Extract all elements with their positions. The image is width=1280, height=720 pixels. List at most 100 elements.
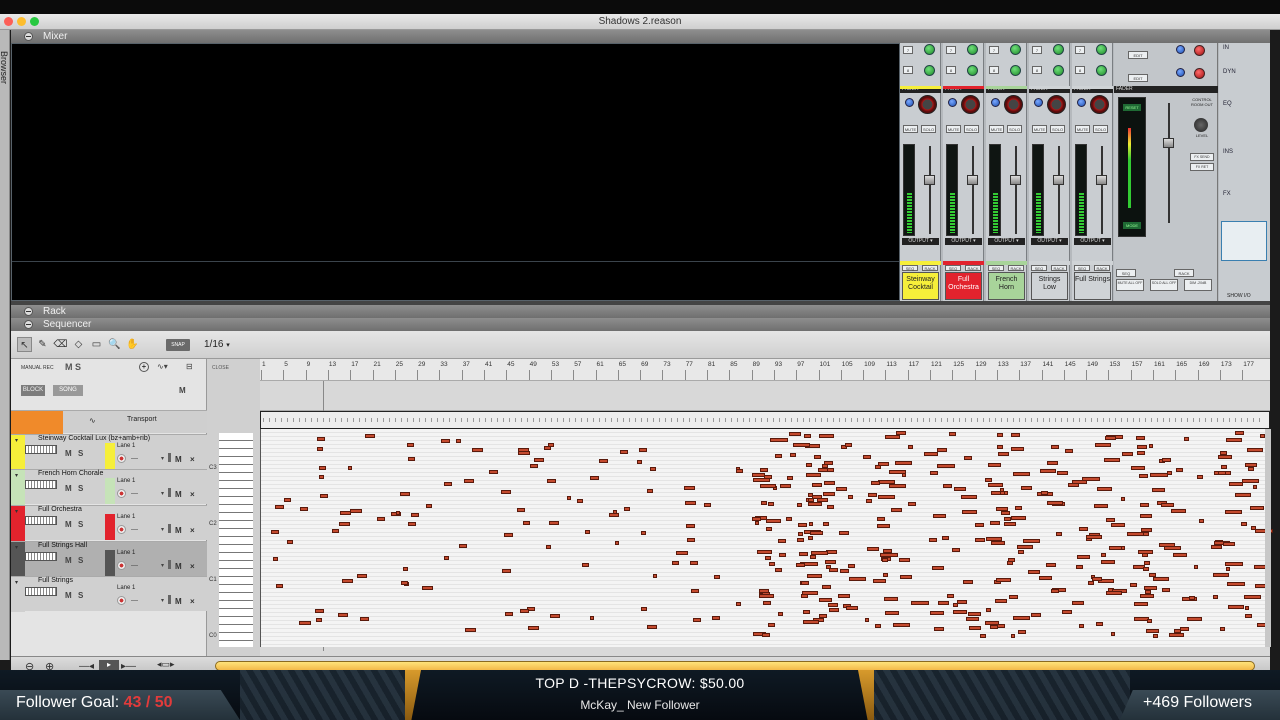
- midi-note[interactable]: [357, 574, 368, 579]
- midi-note[interactable]: [316, 437, 326, 442]
- midi-note[interactable]: [1068, 483, 1079, 488]
- midi-note[interactable]: [766, 519, 782, 524]
- fader-handle[interactable]: [1053, 175, 1064, 185]
- midi-note[interactable]: [396, 511, 401, 515]
- midi-note[interactable]: [545, 545, 551, 550]
- midi-note[interactable]: [863, 455, 872, 460]
- midi-note[interactable]: [1150, 472, 1169, 477]
- midi-note[interactable]: [636, 460, 643, 465]
- midi-note[interactable]: [736, 601, 742, 606]
- midi-note[interactable]: [796, 503, 802, 508]
- rack-button[interactable]: RACK: [1051, 265, 1067, 271]
- expand-track-icon[interactable]: ▾: [15, 508, 18, 515]
- width-knob[interactable]: [991, 98, 1000, 107]
- section-toggle-fx[interactable]: FX: [1223, 191, 1231, 197]
- solo-button[interactable]: SOLO: [1007, 125, 1022, 133]
- mute-button[interactable]: MUTE: [946, 125, 961, 133]
- midi-note[interactable]: [1017, 549, 1024, 554]
- fx-ret-button[interactable]: FX RET: [1190, 163, 1214, 171]
- midi-note[interactable]: [806, 473, 822, 478]
- midi-note[interactable]: [819, 614, 827, 619]
- midi-note[interactable]: [1252, 485, 1258, 490]
- channel-name[interactable]: Full Orchestra: [945, 272, 982, 300]
- dim-button[interactable]: DIM -20dB: [1184, 279, 1212, 291]
- show-io-label[interactable]: SHOW I/O: [1227, 293, 1251, 299]
- midi-note[interactable]: [1122, 452, 1133, 457]
- midi-note[interactable]: [974, 523, 985, 528]
- midi-note[interactable]: [985, 478, 993, 483]
- midi-note[interactable]: [350, 508, 362, 513]
- track-mute-button[interactable]: M: [65, 449, 72, 458]
- mute-tool-icon[interactable]: ▭: [89, 337, 104, 352]
- midi-note[interactable]: [1041, 490, 1048, 495]
- midi-note[interactable]: [948, 432, 956, 437]
- midi-note[interactable]: [777, 611, 784, 616]
- midi-note[interactable]: [1199, 519, 1205, 524]
- midi-note[interactable]: [809, 521, 814, 526]
- midi-note[interactable]: [691, 589, 700, 594]
- midi-note[interactable]: [544, 445, 552, 450]
- midi-note[interactable]: [1097, 486, 1113, 491]
- midi-note[interactable]: [1140, 513, 1152, 518]
- song-button[interactable]: SONG: [53, 385, 83, 396]
- midi-note[interactable]: [838, 531, 849, 536]
- midi-note[interactable]: [929, 611, 944, 616]
- midi-note[interactable]: [1120, 496, 1126, 501]
- midi-note[interactable]: [458, 544, 468, 549]
- midi-note[interactable]: [1129, 583, 1137, 588]
- midi-note[interactable]: [884, 434, 901, 439]
- midi-note[interactable]: [1028, 569, 1040, 574]
- midi-note[interactable]: [953, 486, 967, 491]
- midi-note[interactable]: [822, 585, 832, 590]
- lane-mute-button[interactable]: M: [175, 526, 182, 535]
- channel-name[interactable]: Steinway Cocktail: [902, 272, 939, 300]
- transport-automation-icon[interactable]: ∿: [89, 416, 96, 425]
- lane-record-icon[interactable]: [117, 525, 126, 534]
- midi-note[interactable]: [965, 616, 980, 621]
- midi-note[interactable]: [456, 438, 461, 443]
- midi-note[interactable]: [929, 471, 939, 476]
- lane-mute-button[interactable]: M: [175, 597, 182, 606]
- midi-note[interactable]: [517, 448, 530, 453]
- midi-note[interactable]: [1108, 545, 1123, 550]
- midi-note[interactable]: [826, 504, 835, 509]
- midi-note[interactable]: [990, 521, 1000, 526]
- midi-note[interactable]: [890, 508, 903, 513]
- midi-note[interactable]: [941, 535, 950, 540]
- midi-note[interactable]: [1220, 627, 1226, 632]
- seq-button[interactable]: SEQ: [1074, 265, 1090, 271]
- rack-header[interactable]: Rack: [11, 305, 1270, 318]
- midi-note[interactable]: [517, 508, 526, 513]
- midi-note[interactable]: [934, 627, 944, 632]
- midi-note[interactable]: [1242, 479, 1260, 484]
- midi-note[interactable]: [996, 432, 1004, 437]
- midi-note[interactable]: [884, 596, 899, 601]
- lane-delete-icon[interactable]: ×: [190, 455, 195, 464]
- width-knob[interactable]: [1077, 98, 1086, 107]
- midi-note[interactable]: [686, 524, 695, 529]
- midi-note[interactable]: [1046, 562, 1057, 567]
- midi-note[interactable]: [822, 491, 836, 496]
- master-seq-button[interactable]: SEQ: [1116, 269, 1136, 277]
- midi-note[interactable]: [1013, 472, 1031, 477]
- snap-value-select[interactable]: 1/16 ▾: [204, 339, 230, 350]
- midi-note[interactable]: [837, 594, 850, 599]
- midi-note[interactable]: [425, 503, 433, 508]
- master-mute-button[interactable]: M: [179, 386, 186, 395]
- lane-menu-icon[interactable]: —: [131, 455, 138, 462]
- midi-note[interactable]: [764, 474, 773, 479]
- fx-send-button[interactable]: FX SEND: [1190, 153, 1214, 161]
- midi-note[interactable]: [845, 442, 853, 447]
- send-level-knob[interactable]: [1053, 44, 1064, 55]
- midi-note[interactable]: [840, 569, 849, 574]
- midi-note[interactable]: [801, 590, 819, 595]
- midi-note[interactable]: [775, 567, 782, 572]
- midi-note[interactable]: [873, 579, 887, 584]
- midi-note[interactable]: [884, 611, 899, 616]
- midi-note[interactable]: [317, 446, 323, 451]
- midi-note[interactable]: [807, 492, 813, 497]
- midi-note[interactable]: [612, 509, 618, 514]
- midi-note[interactable]: [759, 594, 774, 599]
- midi-note[interactable]: [530, 464, 538, 469]
- midi-note[interactable]: [829, 568, 839, 573]
